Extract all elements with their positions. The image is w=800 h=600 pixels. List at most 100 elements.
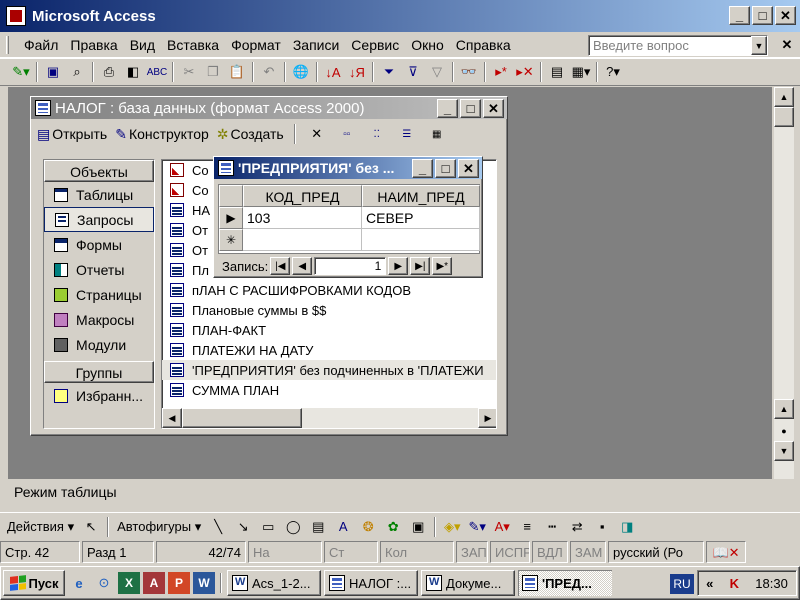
menu-edit[interactable]: Правка xyxy=(64,34,123,56)
powerpoint-icon[interactable]: P xyxy=(168,572,190,594)
list-item[interactable]: Плановые суммы в $$ xyxy=(162,300,496,320)
apply-filter-icon[interactable]: ▽ xyxy=(426,61,448,83)
sort-descending-icon[interactable]: ↓Я xyxy=(346,61,368,83)
ds-maximize-button[interactable]: □ xyxy=(435,159,456,178)
picture-icon[interactable]: ▣ xyxy=(407,516,429,538)
line-icon[interactable]: ╲ xyxy=(207,516,229,538)
status-rec[interactable]: ЗАП xyxy=(456,541,488,563)
design-button[interactable]: ✎ Конструктор xyxy=(115,126,209,143)
list-item[interactable]: 'ПРЕДПРИЯТИЯ' без подчиненных в 'ПЛАТЕЖИ xyxy=(162,360,496,380)
select-pointer-icon[interactable]: ↖ xyxy=(80,516,102,538)
scroll-left-button[interactable]: ◀ xyxy=(162,408,182,428)
rectangle-icon[interactable]: ▭ xyxy=(257,516,279,538)
menu-help[interactable]: Справка xyxy=(450,34,517,56)
scroll-up-icon[interactable]: ▲ xyxy=(774,399,794,419)
shadow-icon[interactable]: ▪ xyxy=(591,516,613,538)
sort-ascending-icon[interactable]: ↓A xyxy=(322,61,344,83)
prev-record-button[interactable]: ◀ xyxy=(292,257,313,275)
copy-icon[interactable]: ❐ xyxy=(202,61,224,83)
table-cell[interactable] xyxy=(243,229,362,251)
antivirus-icon[interactable]: K xyxy=(730,576,739,591)
find-icon[interactable]: 👓 xyxy=(458,61,480,83)
dash-style-icon[interactable]: ┅ xyxy=(541,516,563,538)
arrow-style-icon[interactable]: ⇄ xyxy=(566,516,588,538)
last-record-button[interactable]: ▶| xyxy=(410,257,431,275)
sidebar-item-favorites[interactable]: Избранн... xyxy=(44,383,154,408)
first-record-button[interactable]: |◀ xyxy=(270,257,291,275)
scroll-right-button[interactable]: ▶ xyxy=(478,408,496,428)
access-icon[interactable]: A xyxy=(143,572,165,594)
print-preview-icon[interactable]: ◧ xyxy=(122,61,144,83)
task-button-document[interactable]: Докуме... xyxy=(421,570,515,596)
select-all-corner[interactable] xyxy=(219,185,243,207)
objects-horizontal-scrollbar[interactable]: ◀ ▶ xyxy=(162,408,496,428)
small-icons-icon[interactable]: ⁚⁚ xyxy=(366,123,388,145)
outlook-icon[interactable]: ⊙ xyxy=(93,572,115,594)
new-record-button[interactable]: ▶* xyxy=(432,257,453,275)
word-icon[interactable]: W xyxy=(193,572,215,594)
menu-view[interactable]: Вид xyxy=(124,34,161,56)
scroll-up-button[interactable]: ▲ xyxy=(774,87,794,107)
doc-close-icon[interactable]: ✕ xyxy=(778,36,796,54)
delete-icon[interactable]: ✕ xyxy=(306,123,328,145)
textbox-icon[interactable]: ▤ xyxy=(307,516,329,538)
db-maximize-button[interactable]: □ xyxy=(460,99,481,118)
clock[interactable]: 18:30 xyxy=(755,576,788,591)
db-close-button[interactable]: ✕ xyxy=(483,99,504,118)
filter-form-icon[interactable]: ⊽ xyxy=(402,61,424,83)
menu-window[interactable]: Окно xyxy=(405,34,450,56)
undo-icon[interactable]: ↶ xyxy=(258,61,280,83)
app-title-bar[interactable]: Microsoft Access _ □ ✕ xyxy=(0,0,800,32)
new-record-marker-icon[interactable]: ✳ xyxy=(219,229,243,251)
scroll-dot-icon[interactable]: ● xyxy=(774,421,794,441)
record-number-input[interactable]: 1 xyxy=(314,257,387,275)
wordart-icon[interactable]: A xyxy=(332,516,354,538)
sidebar-item-modules[interactable]: Модули xyxy=(44,332,154,357)
datasheet-title-bar[interactable]: 'ПРЕДПРИЯТИЯ' без ... _ □ ✕ xyxy=(214,157,482,179)
db-window-title-bar[interactable]: НАЛОГ : база данных (формат Access 2000)… xyxy=(31,97,507,119)
save-icon[interactable]: ▣ xyxy=(42,61,64,83)
minimize-button[interactable]: _ xyxy=(729,6,750,25)
delete-record-icon[interactable]: ▸✕ xyxy=(514,61,536,83)
language-indicator[interactable]: RU xyxy=(670,574,694,594)
clipart-icon[interactable]: ✿ xyxy=(382,516,404,538)
sidebar-item-macros[interactable]: Макросы xyxy=(44,307,154,332)
app-vertical-scrollbar[interactable]: ▲ ▲ ● ▼ xyxy=(774,87,794,479)
details-view-icon[interactable]: ▦ xyxy=(426,123,448,145)
ds-minimize-button[interactable]: _ xyxy=(412,159,433,178)
line-color-icon[interactable]: ✎▾ xyxy=(466,516,488,538)
current-record-icon[interactable]: ▶ xyxy=(219,207,243,229)
filter-selection-icon[interactable]: ⏷ xyxy=(378,61,400,83)
diagram-icon[interactable]: ❂ xyxy=(357,516,379,538)
database-window-icon[interactable]: ▤ xyxy=(546,61,568,83)
close-button[interactable]: ✕ xyxy=(775,6,796,25)
menu-grip[interactable] xyxy=(6,36,9,54)
oval-icon[interactable]: ◯ xyxy=(282,516,304,538)
list-item[interactable]: ПЛАТЕЖИ НА ДАТУ xyxy=(162,340,496,360)
paste-icon[interactable]: 📋 xyxy=(226,61,248,83)
sidebar-item-queries[interactable]: Запросы xyxy=(44,207,154,232)
tray-chevron-icon[interactable]: « xyxy=(706,576,713,591)
table-cell[interactable]: СЕВЕР xyxy=(362,207,480,229)
sidebar-item-tables[interactable]: Таблицы xyxy=(44,182,154,207)
line-style-icon[interactable]: ≡ xyxy=(516,516,538,538)
new-object-icon[interactable]: ▦▾ xyxy=(570,61,592,83)
autoshapes-menu[interactable]: Автофигуры ▾ xyxy=(114,519,204,535)
spelling-icon[interactable]: ABC xyxy=(146,61,168,83)
arrow-icon[interactable]: ↘ xyxy=(232,516,254,538)
list-view-icon[interactable]: ☰ xyxy=(396,123,418,145)
status-ovr[interactable]: ЗАМ xyxy=(570,541,606,563)
menu-format[interactable]: Формат xyxy=(225,34,287,56)
column-header[interactable]: НАИМ_ПРЕД xyxy=(362,185,480,207)
maximize-button[interactable]: □ xyxy=(752,6,773,25)
print-icon[interactable]: ⎙ xyxy=(98,61,120,83)
excel-icon[interactable]: X xyxy=(118,572,140,594)
task-button-predpriyatiya[interactable]: 'ПРЕД... xyxy=(518,570,612,596)
groups-header[interactable]: Группы xyxy=(44,361,154,383)
sidebar-item-reports[interactable]: Отчеты xyxy=(44,257,154,282)
cut-icon[interactable]: ✂ xyxy=(178,61,200,83)
hyperlink-icon[interactable]: 🌐 xyxy=(290,61,312,83)
list-item[interactable]: СУММА ПЛАН xyxy=(162,380,496,400)
task-button-nalog[interactable]: НАЛОГ :... xyxy=(324,570,418,596)
menu-tools[interactable]: Сервис xyxy=(345,34,405,56)
